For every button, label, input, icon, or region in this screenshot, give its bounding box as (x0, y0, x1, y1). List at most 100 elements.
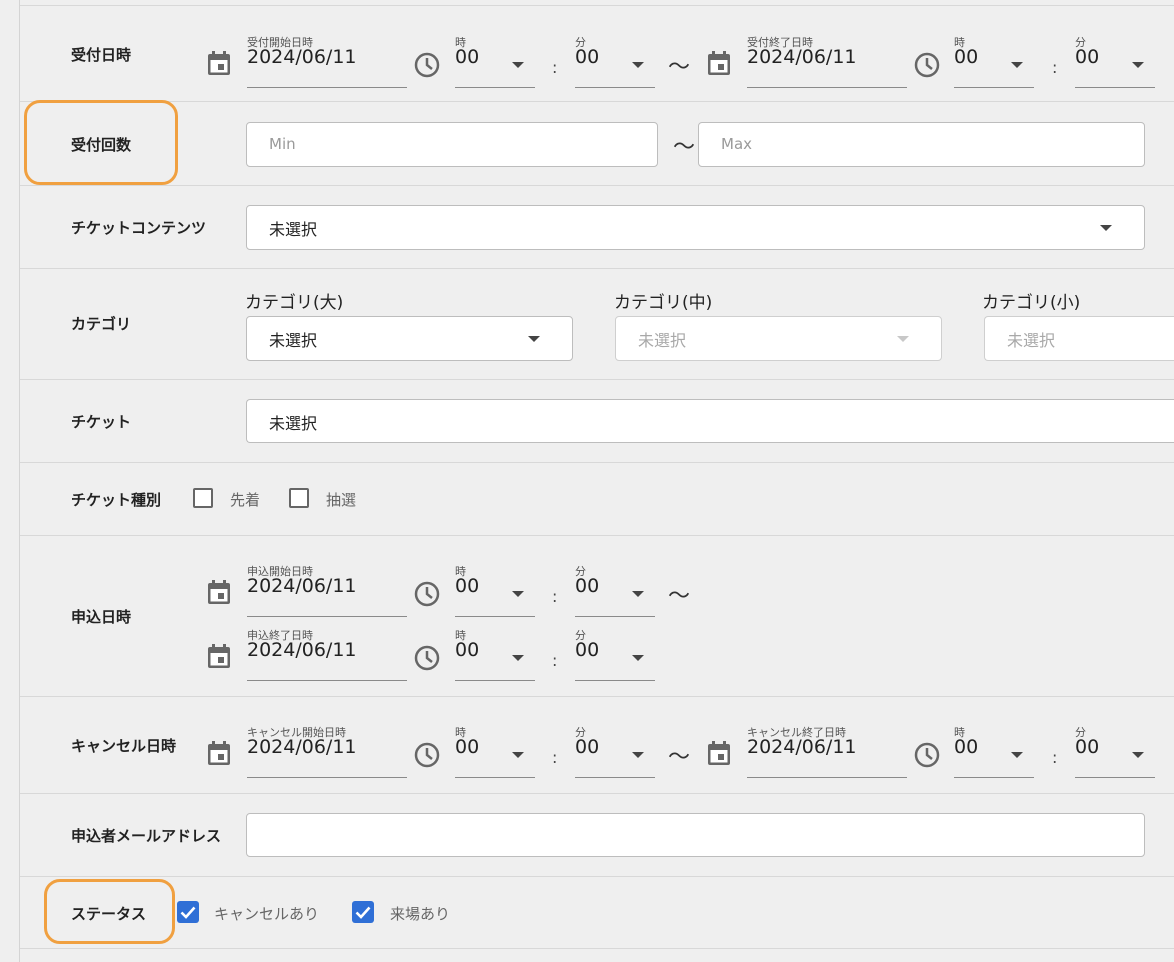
category-large-select[interactable]: 未選択 (246, 316, 573, 361)
apply-start-minute-select[interactable]: 分 00 (575, 565, 655, 617)
hour-value: 00 (455, 46, 480, 68)
calendar-icon[interactable] (707, 741, 731, 766)
divider (20, 185, 1174, 186)
clock-icon (414, 742, 440, 768)
dropdown-arrow-icon (512, 655, 524, 661)
date-value: 2024/06/11 (747, 736, 857, 758)
accept-count-min-input[interactable]: Min (246, 122, 658, 167)
ticket-select[interactable]: 未選択 (246, 399, 1174, 443)
accept-end-date-field[interactable]: 受付終了日時 2024/06/11 (747, 36, 907, 88)
category-large-label: カテゴリ(大) (245, 293, 344, 313)
applicant-email-label: 申込者メールアドレス (71, 827, 222, 845)
accept-end-minute-select[interactable]: 分 00 (1075, 36, 1155, 88)
accept-datetime-label: 受付日時 (71, 46, 132, 64)
date-value: 2024/06/11 (247, 46, 357, 68)
minute-value: 00 (575, 639, 600, 661)
dropdown-arrow-icon (512, 591, 524, 597)
divider (20, 696, 1174, 697)
divider (20, 379, 1174, 380)
apply-end-date-field[interactable]: 申込終了日時 2024/06/11 (247, 629, 407, 681)
dropdown-arrow-icon (1132, 62, 1144, 68)
left-border (19, 0, 20, 962)
apply-start-date-field[interactable]: 申込開始日時 2024/06/11 (247, 565, 407, 617)
range-tilde: 〜 (668, 55, 691, 80)
divider (20, 268, 1174, 269)
ticket-type-first-come-checkbox[interactable] (193, 488, 213, 508)
apply-end-minute-select[interactable]: 分 00 (575, 629, 655, 681)
dropdown-arrow-icon (1011, 62, 1023, 68)
dropdown-arrow-icon (1132, 752, 1144, 758)
hour-value: 00 (954, 46, 979, 68)
accept-start-hour-select[interactable]: 時 00 (455, 36, 535, 88)
category-medium-select[interactable]: 未選択 (615, 316, 942, 361)
applicant-email-input[interactable] (246, 813, 1145, 857)
clock-icon (914, 52, 940, 78)
time-colon: : (552, 651, 558, 670)
select-value: 未選択 (269, 331, 318, 350)
calendar-icon[interactable] (207, 741, 231, 766)
dropdown-arrow-icon (1100, 225, 1112, 231)
minute-value: 00 (1075, 46, 1100, 68)
dropdown-arrow-icon (632, 655, 644, 661)
select-value: 未選択 (638, 331, 687, 350)
clock-icon (914, 742, 940, 768)
apply-start-hour-select[interactable]: 時 00 (455, 565, 535, 617)
cancel-end-hour-select[interactable]: 時 00 (954, 726, 1034, 778)
check-icon (180, 906, 196, 919)
dropdown-arrow-icon (632, 62, 644, 68)
time-colon: : (552, 587, 558, 606)
hour-value: 00 (455, 639, 480, 661)
divider (20, 876, 1174, 877)
cancel-start-hour-select[interactable]: 時 00 (455, 726, 535, 778)
accept-start-minute-select[interactable]: 分 00 (575, 36, 655, 88)
accept-count-label: 受付回数 (71, 136, 132, 154)
accept-count-max-input[interactable]: Max (698, 122, 1145, 167)
accept-end-hour-select[interactable]: 時 00 (954, 36, 1034, 88)
time-colon: : (1052, 748, 1058, 767)
date-value: 2024/06/11 (247, 575, 357, 597)
calendar-icon[interactable] (207, 51, 231, 76)
ticket-type-lottery-checkbox[interactable] (289, 488, 309, 508)
min-placeholder: Min (269, 135, 296, 153)
checkbox-label: 先着 (230, 491, 261, 509)
divider (20, 793, 1174, 794)
apply-end-hour-select[interactable]: 時 00 (455, 629, 535, 681)
category-small-select[interactable]: 未選択 (984, 316, 1174, 361)
range-tilde: 〜 (668, 745, 691, 770)
calendar-icon[interactable] (207, 580, 231, 605)
cancel-datetime-label: キャンセル日時 (71, 737, 177, 755)
cancel-start-date-field[interactable]: キャンセル開始日時 2024/06/11 (247, 726, 407, 778)
minute-value: 00 (1075, 736, 1100, 758)
accept-start-date-field[interactable]: 受付開始日時 2024/06/11 (247, 36, 407, 88)
time-colon: : (1052, 58, 1058, 77)
dropdown-arrow-icon (632, 591, 644, 597)
cancel-start-minute-select[interactable]: 分 00 (575, 726, 655, 778)
calendar-icon[interactable] (207, 644, 231, 669)
select-value: 未選択 (269, 220, 318, 239)
status-cancel-checkbox[interactable] (177, 901, 199, 923)
dropdown-arrow-icon (512, 752, 524, 758)
max-placeholder: Max (721, 135, 753, 153)
clock-icon (414, 52, 440, 78)
minute-value: 00 (575, 46, 600, 68)
cancel-end-minute-select[interactable]: 分 00 (1075, 726, 1155, 778)
divider (20, 462, 1174, 463)
minute-value: 00 (575, 736, 600, 758)
cancel-end-date-field[interactable]: キャンセル終了日時 2024/06/11 (747, 726, 907, 778)
apply-datetime-label: 申込日時 (71, 608, 132, 626)
ticket-label: チケット (71, 413, 132, 431)
select-value: 未選択 (269, 414, 318, 433)
hour-value: 00 (455, 575, 480, 597)
ticket-type-label: チケット種別 (71, 491, 162, 509)
checkbox-label: キャンセルあり (214, 905, 320, 923)
checkbox-label: 抽選 (326, 491, 357, 509)
hour-value: 00 (455, 736, 480, 758)
dropdown-arrow-icon (1011, 752, 1023, 758)
date-value: 2024/06/11 (247, 639, 357, 661)
status-visited-checkbox[interactable] (352, 901, 374, 923)
category-small-label: カテゴリ(小) (982, 293, 1081, 313)
calendar-icon[interactable] (707, 51, 731, 76)
ticket-contents-select[interactable]: 未選択 (246, 205, 1145, 250)
check-icon (355, 906, 371, 919)
divider (20, 5, 1174, 6)
